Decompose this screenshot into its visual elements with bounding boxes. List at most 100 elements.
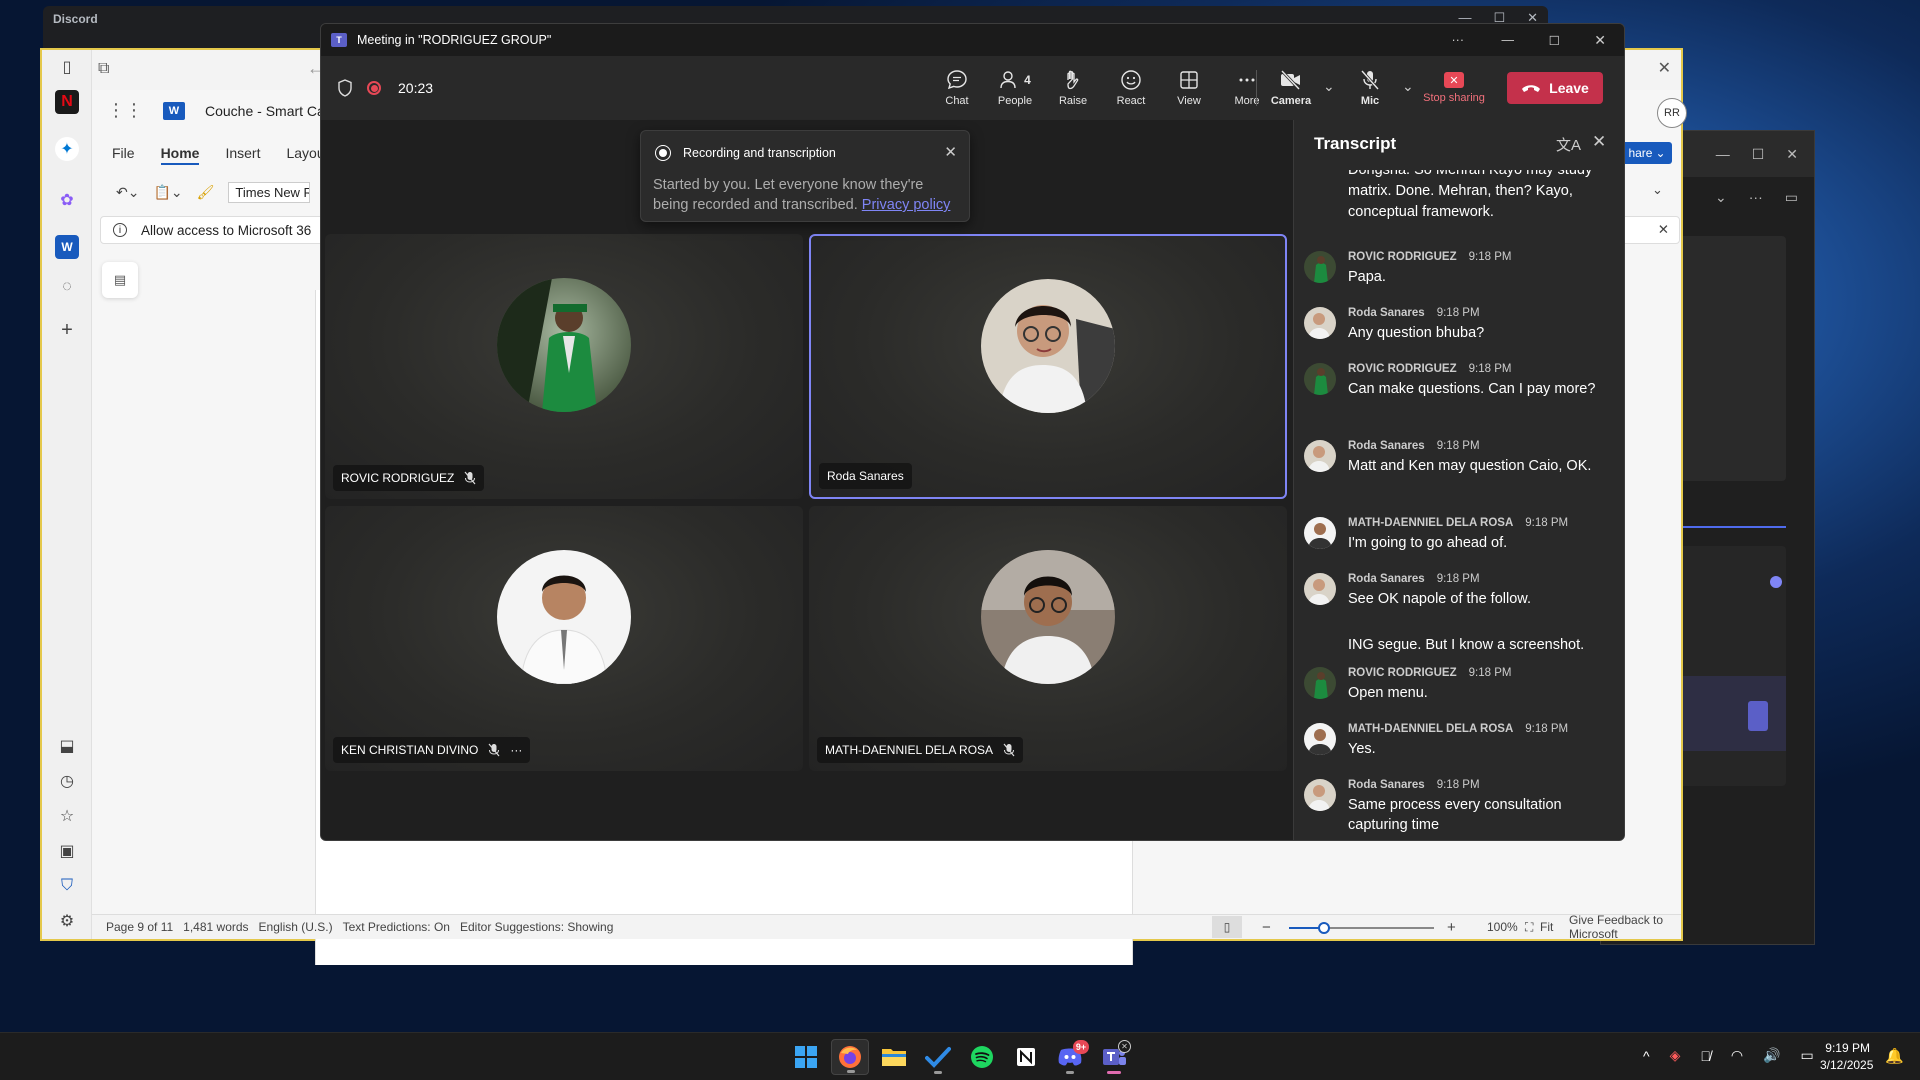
text-predictions[interactable]: Text Predictions: On	[343, 920, 450, 934]
zoom-level[interactable]: 100%	[1487, 920, 1518, 934]
zoom-in-icon[interactable]: +	[1447, 919, 1456, 936]
spotify-button[interactable]	[963, 1039, 1001, 1075]
tab-insert[interactable]: Insert	[225, 145, 260, 165]
mic-off-icon	[1003, 743, 1015, 757]
react-label: React	[1116, 95, 1146, 107]
favorites-icon[interactable]: ☆	[55, 804, 79, 828]
downloads-icon[interactable]: ⬓	[55, 734, 79, 758]
undo-icon[interactable]: ↶⌄	[116, 184, 139, 201]
tab-actions-icon[interactable]: ⧉	[98, 60, 109, 78]
discord-tray-icon[interactable]: ◈	[1670, 1047, 1681, 1064]
font-name-select[interactable]: Times New R	[228, 182, 311, 203]
share-label: hare	[1628, 146, 1653, 160]
close-icon[interactable]: ✕	[1592, 132, 1606, 152]
chevron-down-icon[interactable]: ⌄	[1652, 182, 1663, 198]
camera-button[interactable]: Camera	[1263, 56, 1319, 120]
react-button[interactable]: React	[1103, 56, 1159, 120]
paste-icon[interactable]: 📋⌄	[153, 184, 182, 201]
teams-button[interactable]: ✕	[1095, 1039, 1133, 1075]
grid-view-icon	[1180, 71, 1198, 89]
netflix-icon[interactable]: N	[55, 90, 79, 114]
zoom-slider-thumb[interactable]	[1317, 922, 1330, 934]
word-count[interactable]: 1,481 words	[183, 920, 248, 934]
loading-icon[interactable]: ◌	[55, 275, 79, 299]
tab-home[interactable]: Home	[160, 145, 200, 165]
settings-icon[interactable]: ⚙	[55, 909, 79, 933]
mic-button[interactable]: Mic	[1342, 56, 1398, 120]
participant-tile-active-speaker[interactable]: Roda Sanares	[809, 234, 1287, 499]
more-icon[interactable]: ···	[510, 743, 522, 757]
navigation-pane-icon[interactable]: ▤	[102, 262, 138, 298]
app-launcher-icon[interactable]: ⋮⋮	[107, 100, 143, 121]
translate-icon[interactable]: 文A	[1556, 134, 1581, 155]
shield-icon[interactable]	[337, 79, 353, 97]
zoom-out-icon[interactable]: −	[1262, 919, 1271, 936]
chevron-down-icon[interactable]: ⌄	[1323, 78, 1335, 95]
minimize-icon[interactable]: —	[1716, 146, 1730, 162]
close-icon[interactable]: ✕	[1658, 222, 1669, 238]
wifi-icon[interactable]: ◠	[1731, 1047, 1743, 1064]
chat-button[interactable]: Chat	[929, 56, 985, 120]
discord-button[interactable]: 9+	[1051, 1039, 1089, 1075]
close-icon[interactable]: ✕	[944, 143, 957, 161]
participant-tile[interactable]: ROVIC RODRIGUEZ	[325, 234, 803, 499]
file-explorer-button[interactable]	[875, 1039, 913, 1075]
firefox-button[interactable]	[831, 1039, 869, 1075]
notifications-icon[interactable]: 🔔	[1885, 1047, 1904, 1065]
word-icon[interactable]: W	[55, 235, 79, 259]
share-button[interactable]: hare ⌄	[1622, 142, 1672, 164]
messenger-icon[interactable]: ✦	[55, 137, 79, 161]
page-count[interactable]: Page 9 of 11	[106, 920, 173, 934]
speaker-name: Roda Sanares	[1348, 779, 1425, 791]
editor-suggestions[interactable]: Editor Suggestions: Showing	[460, 920, 613, 934]
todo-button[interactable]	[919, 1039, 957, 1075]
close-icon[interactable]: ✕	[1594, 32, 1606, 49]
maximize-icon[interactable]: ☐	[1549, 33, 1560, 48]
collections-icon[interactable]: ▣	[55, 839, 79, 863]
battery-icon[interactable]: ▭	[1801, 1047, 1814, 1064]
start-button[interactable]	[787, 1039, 825, 1075]
privacy-policy-link[interactable]: Privacy policy	[862, 197, 951, 213]
participant-tile[interactable]: KEN CHRISTIAN DIVINO ···	[325, 506, 803, 771]
background-button[interactable]	[1748, 701, 1768, 731]
format-painter-icon[interactable]: 🖌	[197, 184, 215, 201]
avatar[interactable]: RR	[1657, 98, 1687, 128]
more-icon[interactable]: ···	[1452, 33, 1465, 47]
timestamp: 9:18 PM	[1436, 307, 1480, 319]
leave-button[interactable]: Leave	[1507, 72, 1603, 104]
maximize-icon[interactable]: ☐	[1752, 146, 1765, 163]
notion-button[interactable]	[1007, 1039, 1045, 1075]
feedback-link[interactable]: Give Feedback to Microsoft	[1569, 913, 1681, 941]
stop-sharing-button[interactable]: ✕ Stop sharing	[1418, 56, 1490, 120]
chevron-down-icon[interactable]: ⌄	[1715, 189, 1727, 206]
zoom-slider[interactable]	[1289, 922, 1434, 934]
close-icon[interactable]: ✕	[1658, 58, 1671, 78]
close-icon[interactable]: ✕	[1786, 146, 1798, 163]
participant-tile[interactable]: MATH-DAENNIEL DELA ROSA	[809, 506, 1287, 771]
mic-off-icon[interactable]: 🎙̸	[1700, 1048, 1711, 1064]
mic-off-icon	[488, 743, 500, 757]
add-icon[interactable]: +	[55, 318, 79, 342]
security-icon[interactable]: ⛉	[55, 874, 79, 898]
history-icon[interactable]: ◷	[55, 769, 79, 793]
minimize-icon[interactable]: —	[1502, 33, 1515, 47]
chevron-down-icon[interactable]: ⌄	[1402, 78, 1414, 95]
raise-hand-button[interactable]: Raise	[1045, 56, 1101, 120]
avatar	[1304, 517, 1336, 549]
volume-icon[interactable]: 🔊	[1763, 1047, 1780, 1064]
tab-file[interactable]: File	[112, 145, 135, 165]
fit-button[interactable]: Fit	[1540, 920, 1553, 934]
sidebar-toggle-icon[interactable]: ▯	[55, 55, 79, 79]
timestamp: 9:18 PM	[1525, 723, 1569, 735]
copilot-icon[interactable]: ✿	[55, 188, 79, 212]
clock[interactable]: 9:19 PM 3/12/2025	[1820, 1040, 1873, 1074]
more-icon[interactable]: ···	[1749, 189, 1763, 205]
language[interactable]: English (U.S.)	[259, 920, 333, 934]
fit-icon[interactable]: ⛶	[1525, 920, 1533, 935]
document-title[interactable]: Couche - Smart Caf	[205, 103, 329, 119]
layout-icon[interactable]: ▯	[1212, 916, 1242, 938]
view-button[interactable]: View	[1161, 56, 1217, 120]
people-button[interactable]: 4 People	[987, 56, 1043, 120]
chevron-up-icon[interactable]: ^	[1643, 1048, 1650, 1064]
panel-icon[interactable]: ▭	[1785, 189, 1798, 206]
